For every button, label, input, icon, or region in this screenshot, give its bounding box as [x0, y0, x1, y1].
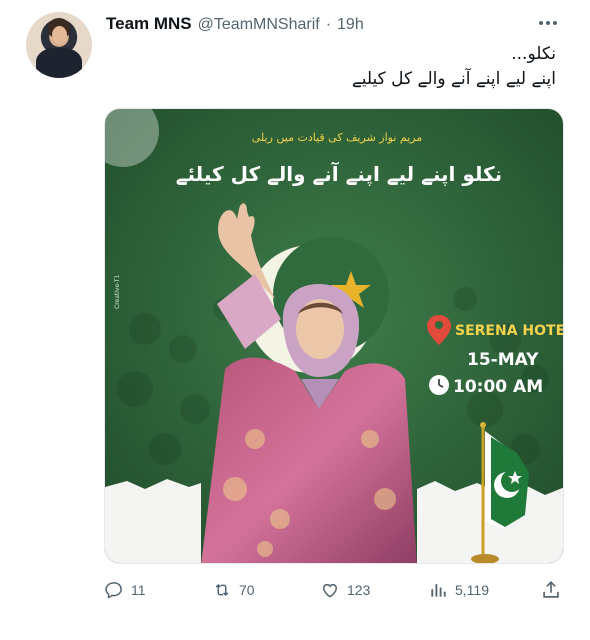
- handle[interactable]: @TeamMNSharif: [198, 16, 320, 34]
- tweet-text-line: نکلو...: [511, 44, 556, 64]
- poster-subtitle: مریم نواز شریف کی قیادت میں ریلی: [252, 131, 423, 144]
- retweet-count: 70: [239, 582, 255, 598]
- views-button[interactable]: 5,119: [428, 576, 489, 604]
- venue: SERENA HOTEL: [455, 323, 564, 339]
- views-bar-chart-icon: [431, 584, 446, 597]
- reply-count: 11: [131, 582, 146, 598]
- view-count: 5,119: [455, 582, 489, 598]
- timestamp[interactable]: 19h: [337, 16, 364, 34]
- avatar[interactable]: [26, 12, 92, 78]
- tweet-header: Team MNS @TeamMNSharif · 19h: [106, 14, 364, 36]
- like-button[interactable]: 123: [320, 576, 370, 604]
- tweet[interactable]: Team MNS @TeamMNSharif · 19h نکلو... اپن…: [0, 0, 590, 640]
- event-date: 15-MAY: [467, 350, 539, 370]
- image-credit: Creative-T1: [114, 275, 121, 309]
- poster-image: مریم نواز شریف کی قیادت میں ریلی نکلو اپ…: [105, 109, 564, 563]
- tweet-actions: 11 70 123 5,119: [0, 576, 590, 604]
- reply-icon: [105, 582, 122, 599]
- separator: ·: [325, 16, 332, 33]
- retweet-button[interactable]: 70: [212, 576, 255, 604]
- share-icon[interactable]: [540, 579, 562, 601]
- flag-base: [471, 554, 499, 563]
- poster-headline: نکلو اپنے لیے اپنے آنے والے کل کیلئے: [176, 161, 502, 187]
- like-count: 123: [347, 582, 371, 598]
- avatar-face: [52, 26, 67, 44]
- event-time: 10:00 AM: [453, 377, 543, 397]
- dot: [539, 21, 543, 25]
- pin-hole: [435, 321, 443, 329]
- dot: [546, 21, 550, 25]
- avatar-body: [36, 48, 82, 78]
- torn-paper-left: [105, 479, 201, 563]
- reply-button[interactable]: 11: [104, 576, 146, 604]
- tweet-text-line: اپنے لیے اپنے آنے والے کل کیلیے: [351, 69, 556, 89]
- dot: [553, 21, 557, 25]
- retweet-icon: [215, 583, 229, 597]
- heart-icon: [322, 583, 338, 598]
- display-name[interactable]: Team MNS: [106, 14, 192, 34]
- more-options-icon[interactable]: [536, 14, 560, 32]
- tweet-text: نکلو... اپنے لیے اپنے آنے والے کل کیلیے: [136, 42, 556, 92]
- tweet-media[interactable]: مریم نواز شریف کی قیادت میں ریلی نکلو اپ…: [104, 108, 564, 564]
- flag-finial: [480, 422, 486, 428]
